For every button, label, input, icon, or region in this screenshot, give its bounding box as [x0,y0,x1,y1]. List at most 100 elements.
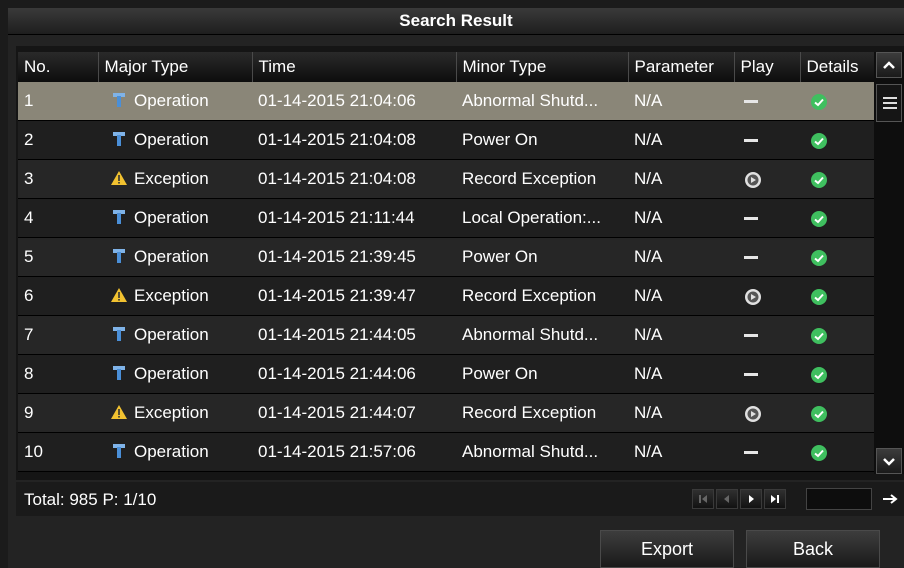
cell-time: 01-14-2015 21:57:06 [252,432,456,472]
major-type-label: Operation [134,325,209,344]
prev-page-button[interactable] [716,489,738,509]
chevron-up-icon [883,61,895,69]
table-row[interactable]: 6 Exception 01-14-2015 21:39:47 Record Exce… [18,276,874,316]
col-header-major-type[interactable]: Major Type [98,52,253,82]
table-row[interactable]: 8 Operation 01-14-2015 21:44:06 Power On N/A [18,354,874,394]
operation-icon [113,93,125,107]
cell-major-type: Operation [98,432,252,472]
cell-time: 01-14-2015 21:44:06 [252,354,456,394]
results-table: No. Major Type Time Minor Type Parameter… [18,52,874,472]
cell-details [800,198,874,238]
cell-parameter: N/A [628,198,734,238]
check-icon[interactable] [810,288,828,306]
next-page-button[interactable] [740,489,762,509]
cell-major-type: Operation [98,354,252,394]
table-row[interactable]: 4 Operation 01-14-2015 21:11:44 Local Opera… [18,198,874,238]
cell-major-type: Operation [98,198,252,238]
cell-details [800,237,874,277]
cell-minor-type: Local Operation:... [456,198,628,238]
cell-details [800,82,874,121]
major-type-label: Exception [134,403,209,422]
cell-play [734,432,800,472]
scroll-up-button[interactable] [876,52,902,78]
table-row[interactable]: 2 Operation 01-14-2015 21:04:08 Power On N/A [18,120,874,160]
back-button[interactable]: Back [746,530,880,568]
cell-major-type: Operation [98,237,252,277]
table-row[interactable]: 7 Operation 01-14-2015 21:44:05 Abnormal Sh… [18,315,874,355]
cell-major-type: Operation [98,315,252,355]
cell-parameter: N/A [628,159,734,199]
cell-details [800,432,874,472]
scroll-thumb[interactable] [876,84,902,122]
cell-minor-type: Record Exception [456,393,628,433]
check-icon[interactable] [810,405,828,423]
last-page-button[interactable] [764,489,786,509]
dash-icon [744,256,758,260]
cell-major-type: Exception [98,393,252,433]
dash-icon [744,334,758,338]
col-header-play[interactable]: Play [734,52,801,82]
dash-icon [744,217,758,221]
cell-play [734,354,800,394]
play-icon[interactable] [742,405,764,423]
cell-no: 6 [18,276,98,316]
page-number-input[interactable] [806,488,872,510]
scroll-down-button[interactable] [876,448,902,474]
table-row[interactable]: 1 Operation 01-14-2015 21:04:06 Abnormal Sh… [18,82,874,121]
col-header-no[interactable]: No. [18,52,99,82]
cell-minor-type: Power On [456,120,628,160]
table-row[interactable]: 10 Operation 01-14-2015 21:57:06 Abnormal S… [18,432,874,472]
table-row[interactable]: 3 Exception 01-14-2015 21:04:08 Record Exce… [18,159,874,199]
col-header-time[interactable]: Time [252,52,457,82]
operation-icon [113,444,125,458]
cell-minor-type: Power On [456,354,628,394]
check-icon[interactable] [810,366,828,384]
check-icon[interactable] [810,93,828,111]
cell-play [734,120,800,160]
dash-icon [744,100,758,104]
table-footer: Total: 985 P: 1/10 [16,482,904,516]
arrow-right-icon [883,494,898,504]
table-row[interactable]: 9 Exception 01-14-2015 21:44:07 Record Exce… [18,393,874,433]
next-page-icon [749,495,754,503]
cell-major-type: Operation [98,82,252,121]
cell-time: 01-14-2015 21:04:06 [252,82,456,121]
cell-minor-type: Abnormal Shutd... [456,432,628,472]
cell-no: 1 [18,82,98,121]
cell-parameter: N/A [628,315,734,355]
table-row[interactable]: 5 Operation 01-14-2015 21:39:45 Power On N/A [18,237,874,277]
cell-play [734,237,800,277]
check-icon[interactable] [810,327,828,345]
cell-minor-type: Record Exception [456,159,628,199]
cell-major-type: Operation [98,120,252,160]
col-header-parameter[interactable]: Parameter [628,52,735,82]
major-type-label: Operation [134,130,209,149]
play-icon[interactable] [742,171,764,189]
cell-details [800,315,874,355]
cell-minor-type: Abnormal Shutd... [456,82,628,121]
check-icon[interactable] [810,210,828,228]
window-title: Search Result [8,8,904,35]
play-icon[interactable] [742,288,764,306]
cell-play [734,82,800,121]
go-page-button[interactable] [878,488,902,510]
check-icon[interactable] [810,132,828,150]
cell-details [800,354,874,394]
cell-play [734,198,800,238]
major-type-label: Operation [134,442,209,461]
cell-parameter: N/A [628,354,734,394]
col-header-minor-type[interactable]: Minor Type [456,52,629,82]
cell-play [734,393,800,433]
check-icon[interactable] [810,444,828,462]
cell-time: 01-14-2015 21:11:44 [252,198,456,238]
search-result-window: Search Result No. Major Type Time Minor … [8,8,904,568]
first-page-button[interactable] [692,489,714,509]
export-button[interactable]: Export [600,530,734,568]
cell-no: 10 [18,432,98,472]
vertical-scrollbar[interactable] [874,52,904,474]
cell-parameter: N/A [628,276,734,316]
col-header-details[interactable]: Details [800,52,874,82]
check-icon[interactable] [810,171,828,189]
cell-time: 01-14-2015 21:39:47 [252,276,456,316]
check-icon[interactable] [810,249,828,267]
